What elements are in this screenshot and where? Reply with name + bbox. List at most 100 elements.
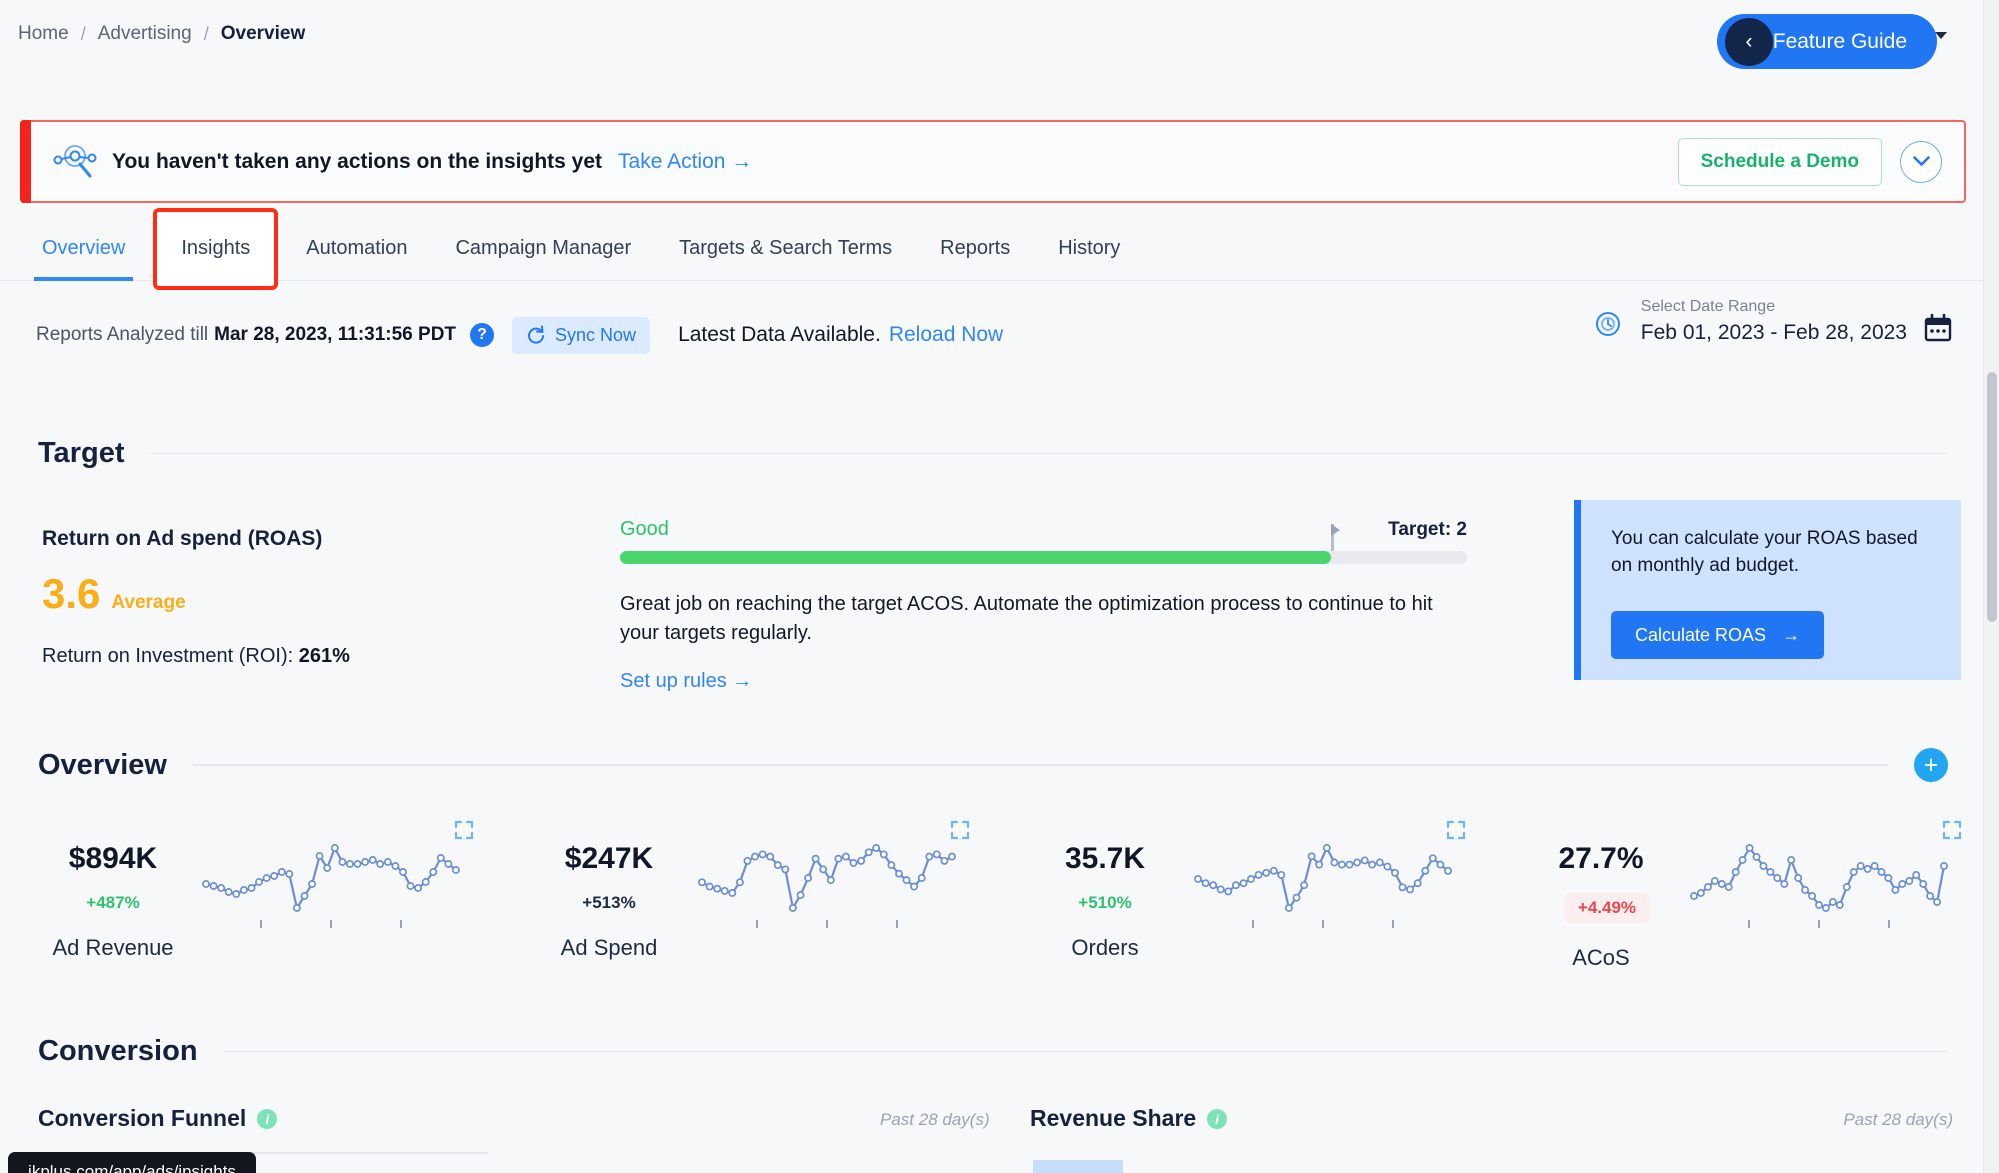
- latest-data-label: Latest Data Available.: [678, 323, 881, 346]
- date-range-text: Select Date Range Feb 01, 2023 - Feb 28,…: [1641, 298, 1907, 345]
- page-scrollbar[interactable]: [1983, 0, 1999, 1173]
- status-url-tooltip: ikplus.com/app/ads/insights: [8, 1152, 256, 1173]
- date-refresh-icon: [1595, 312, 1620, 336]
- overview-section-header: Overview +: [38, 748, 1948, 782]
- expand-chart-icon[interactable]: [950, 820, 970, 840]
- metric-summary: $894K +487% Ad Revenue: [40, 820, 186, 961]
- schedule-demo-button[interactable]: Schedule a Demo: [1677, 137, 1882, 186]
- date-range-selector[interactable]: Select Date Range Feb 01, 2023 - Feb 28,…: [1591, 298, 1953, 345]
- calculate-roas-button[interactable]: Calculate ROAS →: [1611, 611, 1825, 660]
- info-icon[interactable]: i: [1207, 1108, 1228, 1129]
- metric-label: Ad Revenue: [52, 935, 174, 960]
- info-icon[interactable]: i: [257, 1108, 278, 1129]
- metric-sparkline[interactable]: [692, 820, 992, 930]
- expand-chevron-icon[interactable]: [1900, 140, 1942, 183]
- refresh-icon: [528, 325, 545, 344]
- breadcrumb: Home / Advertising / Overview: [0, 0, 1983, 68]
- roi-line: Return on Investment (ROI): 261%: [42, 645, 350, 668]
- target-progress-area: Good Target: 2 Great job on reaching the…: [620, 518, 1467, 693]
- progress-target-marker: [1331, 524, 1341, 551]
- conversion-funnel-title: Conversion Funnel i: [38, 1105, 278, 1132]
- metric-label: Orders: [1071, 935, 1139, 960]
- alert-message: You haven't taken any actions on the ins…: [112, 149, 603, 173]
- alert-actions: Schedule a Demo: [1677, 137, 1942, 186]
- metric-label: Ad Spend: [560, 935, 658, 960]
- revenue-share-title: Revenue Share i: [1030, 1105, 1228, 1132]
- insights-search-icon: [53, 144, 97, 177]
- progress-target-label: Target: 2: [1388, 519, 1467, 540]
- metric-value: $894K: [68, 842, 158, 875]
- metric-value: $247K: [564, 842, 654, 875]
- metric-label: ACoS: [1572, 945, 1630, 970]
- target-section-header: Target: [38, 437, 1948, 470]
- breadcrumb-home[interactable]: Home: [18, 23, 69, 45]
- progress-status-label: Good: [620, 518, 669, 540]
- metric-card-list: $894K +487% Ad Revenue $247K +513% Ad Spend 35…: [0, 820, 1983, 971]
- scrollbar-thumb[interactable]: [1987, 372, 1997, 622]
- alert-accent-bar: [20, 120, 31, 203]
- back-chevron-button[interactable]: ‹: [1725, 18, 1773, 66]
- metric-summary: 35.7K +510% Orders: [1032, 820, 1178, 961]
- app-root: Home / Advertising / Overview Double Wor…: [0, 0, 1999, 1173]
- sync-timestamp: Mar 28, 2023, 11:31:56 PDT: [214, 324, 457, 345]
- expand-chart-icon[interactable]: [1942, 820, 1962, 840]
- divider: [223, 1050, 1948, 1053]
- tab-campaign-manager[interactable]: Campaign Manager: [431, 217, 655, 281]
- calendar-icon[interactable]: [1923, 313, 1953, 343]
- metric-card: $894K +487% Ad Revenue: [0, 820, 496, 971]
- roas-calculator-card: You can calculate your ROAS based on mon…: [1574, 500, 1961, 680]
- roas-label: Return on Ad spend (ROAS): [42, 527, 323, 550]
- arrow-right-icon: →: [1782, 624, 1801, 645]
- tab-reports[interactable]: Reports: [916, 217, 1034, 281]
- take-action-link[interactable]: Take Action →: [618, 150, 752, 174]
- expand-chart-icon[interactable]: [1446, 820, 1466, 840]
- sync-now-label: Sync Now: [555, 324, 637, 345]
- tab-automation[interactable]: Automation: [282, 217, 431, 281]
- metric-value: 35.7K: [1064, 842, 1146, 875]
- tab-insights[interactable]: Insights: [153, 207, 279, 290]
- metric-card: 27.7% +4.49% ACoS: [1488, 820, 1984, 971]
- metric-delta-badge: +513%: [582, 893, 636, 912]
- metric-delta-badge: +510%: [1078, 893, 1132, 912]
- roas-value-group: 3.6 Average: [42, 570, 186, 618]
- metric-sparkline[interactable]: [196, 820, 496, 930]
- help-icon[interactable]: ?: [470, 323, 495, 347]
- conversion-section-title: Conversion: [38, 1035, 198, 1067]
- reload-now-link[interactable]: Reload Now: [889, 323, 1003, 347]
- tab-history[interactable]: History: [1034, 217, 1144, 281]
- metric-sparkline[interactable]: [1684, 820, 1984, 930]
- revenue-share-label: Revenue Share: [1030, 1105, 1197, 1131]
- calculate-roas-label: Calculate ROAS: [1635, 624, 1767, 645]
- progress-bar-fill: [620, 551, 1332, 564]
- tab-bar: Overview Insights Automation Campaign Ma…: [0, 207, 1983, 290]
- roi-value: 261%: [298, 645, 350, 667]
- add-metric-button[interactable]: +: [1914, 748, 1948, 782]
- divider: [192, 764, 1888, 766]
- expand-chart-icon[interactable]: [454, 820, 474, 840]
- sync-now-button[interactable]: Sync Now: [512, 316, 651, 354]
- metric-delta-badge: +4.49%: [1563, 893, 1651, 923]
- overview-section-title: Overview: [38, 748, 167, 781]
- conversion-funnel-label: Conversion Funnel: [38, 1105, 247, 1131]
- metric-card: 35.7K +510% Orders: [992, 820, 1488, 971]
- breadcrumb-separator: /: [203, 23, 209, 44]
- conversion-funnel-period: Past 28 day(s): [880, 1110, 990, 1129]
- roi-label: Return on Investment (ROI):: [42, 645, 294, 667]
- target-description: Great job on reaching the target ACOS. A…: [620, 593, 1433, 644]
- insights-alert-banner: You haven't taken any actions on the ins…: [20, 120, 1966, 203]
- date-range-value: Feb 01, 2023 - Feb 28, 2023: [1640, 321, 1907, 344]
- setup-rules-link[interactable]: Set up rules →: [620, 670, 1467, 693]
- tab-targets-search-terms[interactable]: Targets & Search Terms: [655, 217, 916, 281]
- metric-card: $247K +513% Ad Spend: [496, 820, 992, 971]
- metric-delta-badge: +487%: [86, 893, 140, 912]
- divider: [150, 452, 1948, 455]
- progress-bar-track: [620, 524, 1467, 564]
- breadcrumb-separator: /: [80, 23, 86, 44]
- revenue-share-bar: [1033, 1160, 1123, 1173]
- tab-overview[interactable]: Overview: [18, 217, 149, 281]
- breadcrumb-overview: Overview: [220, 23, 306, 44]
- metric-value: 27.7%: [1558, 842, 1644, 875]
- roas-rating-tag: Average: [111, 592, 186, 613]
- metric-sparkline[interactable]: [1188, 820, 1488, 930]
- breadcrumb-advertising[interactable]: Advertising: [98, 23, 192, 45]
